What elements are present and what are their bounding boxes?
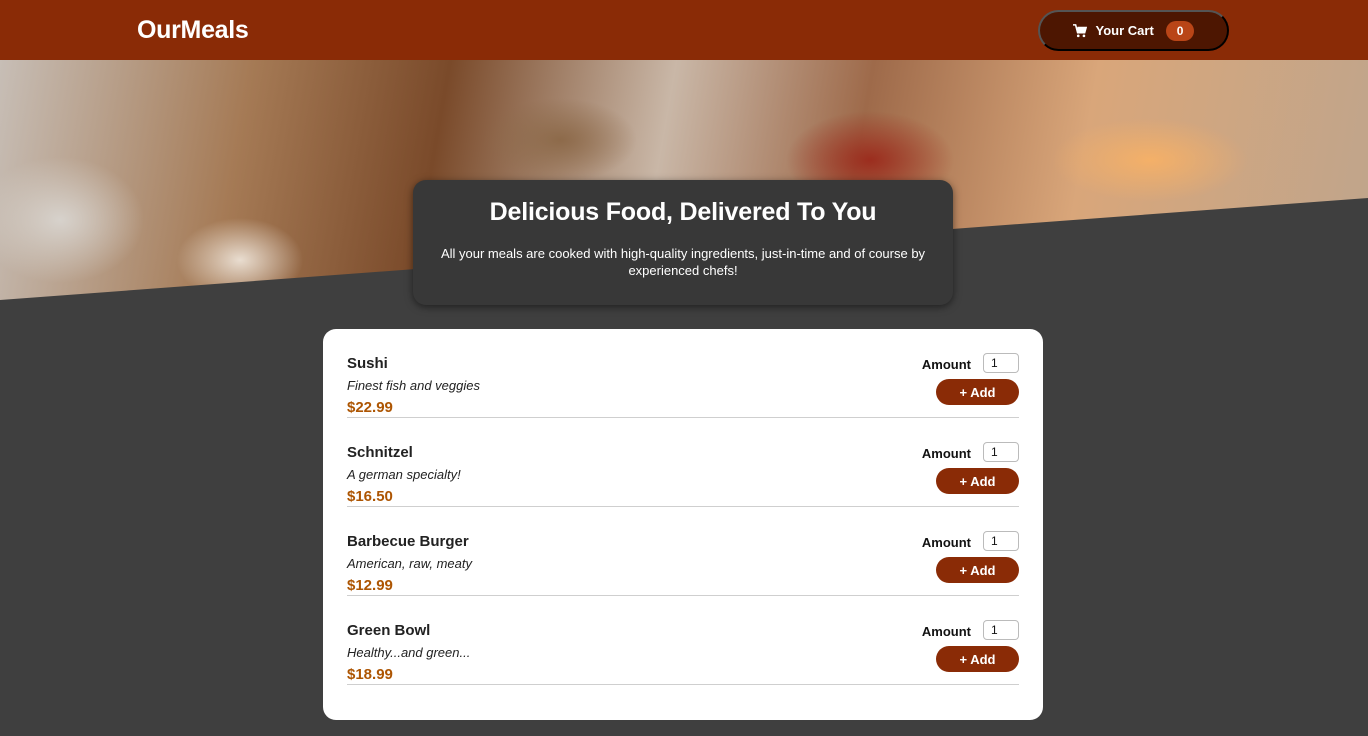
add-button[interactable]: + Add bbox=[936, 468, 1019, 494]
meal-price: $12.99 bbox=[347, 577, 393, 594]
summary-title: Delicious Food, Delivered To You bbox=[489, 198, 877, 226]
meal-description: Healthy...and green... bbox=[347, 645, 471, 660]
summary-text: All your meals are cooked with high-qual… bbox=[440, 246, 926, 278]
meal-name: Barbecue Burger bbox=[347, 533, 469, 550]
add-button[interactable]: + Add bbox=[936, 646, 1019, 672]
app-header: OurMeals Your Cart 0 bbox=[0, 0, 1368, 60]
amount-input[interactable] bbox=[983, 531, 1019, 551]
amount-label: Amount bbox=[921, 446, 971, 461]
meal-item: Sushi Finest fish and veggies $22.99 Amo… bbox=[347, 329, 1019, 418]
amount-input[interactable] bbox=[983, 353, 1019, 373]
meal-item: Barbecue Burger American, raw, meaty $12… bbox=[347, 507, 1019, 596]
meal-item: Green Bowl Healthy...and green... $18.99… bbox=[347, 596, 1019, 685]
meal-price: $18.99 bbox=[347, 666, 393, 683]
meal-description: A german specialty! bbox=[347, 467, 461, 482]
meal-name: Schnitzel bbox=[347, 444, 413, 461]
amount-label: Amount bbox=[921, 624, 971, 639]
amount-input[interactable] bbox=[983, 442, 1019, 462]
meal-price: $22.99 bbox=[347, 399, 393, 416]
meal-description: Finest fish and veggies bbox=[347, 378, 480, 393]
amount-input[interactable] bbox=[983, 620, 1019, 640]
meal-price: $16.50 bbox=[347, 488, 393, 505]
meals-summary: Delicious Food, Delivered To You All you… bbox=[413, 180, 953, 305]
cart-button[interactable]: Your Cart 0 bbox=[1038, 10, 1229, 51]
meal-description: American, raw, meaty bbox=[347, 556, 472, 571]
meal-name: Green Bowl bbox=[347, 622, 431, 639]
cart-label: Your Cart bbox=[1095, 23, 1154, 38]
meal-name: Sushi bbox=[347, 355, 388, 372]
add-button[interactable]: + Add bbox=[936, 557, 1019, 583]
amount-label: Amount bbox=[921, 535, 971, 550]
cart-count-badge: 0 bbox=[1165, 20, 1195, 41]
add-button[interactable]: + Add bbox=[936, 379, 1019, 405]
meal-item: Schnitzel A german specialty! $16.50 Amo… bbox=[347, 418, 1019, 507]
app-logo: OurMeals bbox=[137, 16, 249, 44]
cart-icon bbox=[1072, 23, 1087, 37]
meals-list: Sushi Finest fish and veggies $22.99 Amo… bbox=[323, 329, 1043, 720]
amount-label: Amount bbox=[921, 357, 971, 372]
